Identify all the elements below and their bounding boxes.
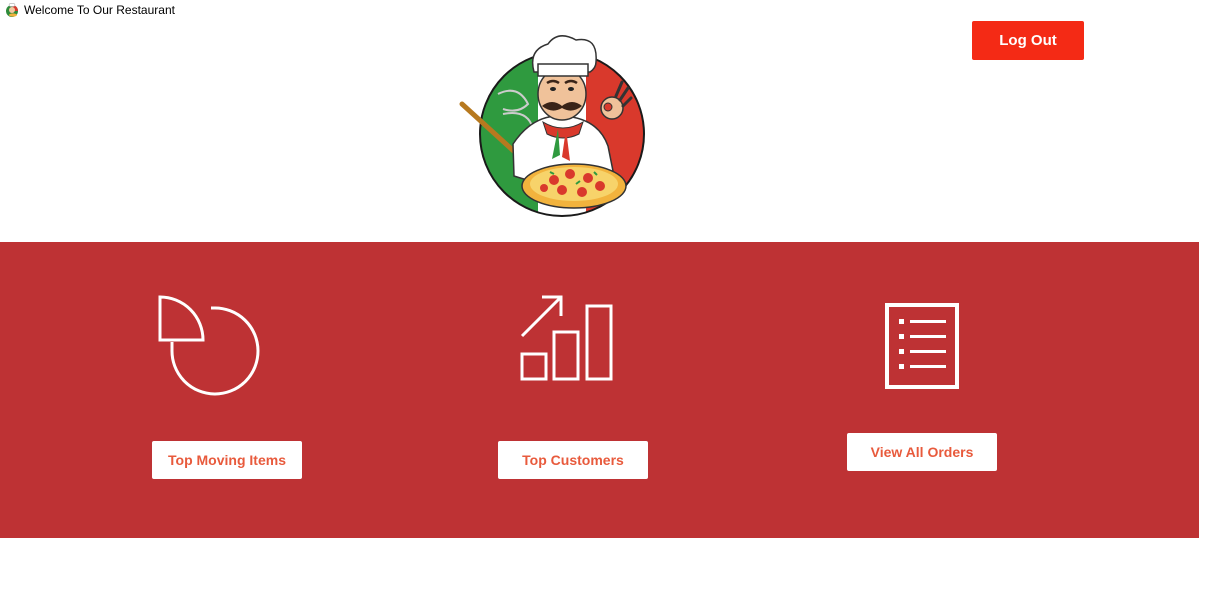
bar-chart-growth-icon bbox=[520, 295, 613, 381]
chef-icon bbox=[6, 3, 18, 17]
title-bar: Welcome To Our Restaurant bbox=[0, 0, 175, 20]
window-title: Welcome To Our Restaurant bbox=[24, 3, 175, 17]
logout-button[interactable]: Log Out bbox=[972, 21, 1084, 60]
view-all-orders-button[interactable]: View All Orders bbox=[847, 433, 997, 471]
dashboard-panel: Top Moving Items Top Customers View All … bbox=[0, 242, 1199, 538]
chef-with-pizza-logo bbox=[459, 35, 645, 217]
list-document-icon bbox=[885, 303, 959, 389]
top-customers-button[interactable]: Top Customers bbox=[498, 441, 648, 479]
pie-chart-icon bbox=[158, 295, 260, 396]
app-window: Welcome To Our Restaurant Log Out Top Mo… bbox=[0, 0, 1211, 615]
top-moving-items-button[interactable]: Top Moving Items bbox=[152, 441, 302, 479]
